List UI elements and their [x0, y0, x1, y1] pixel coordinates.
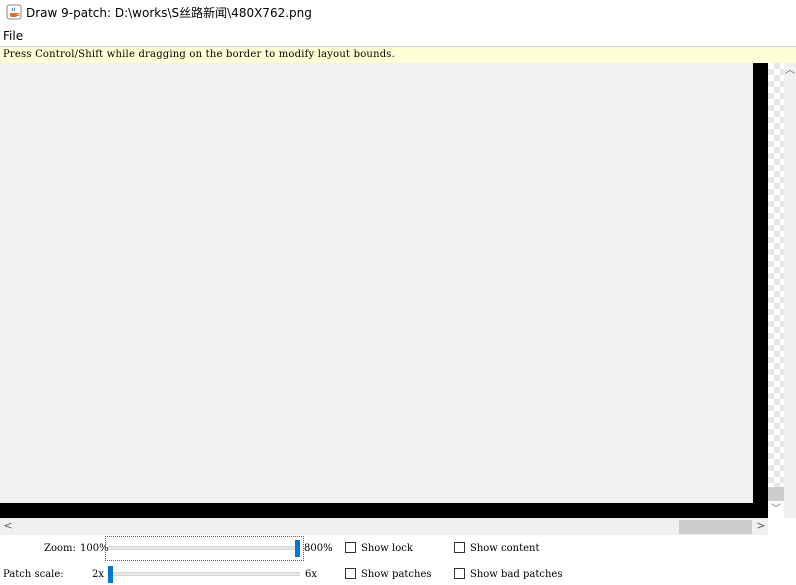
horizontal-scrollbar[interactable]: < >	[0, 518, 768, 535]
show-content-checkbox[interactable]	[454, 542, 465, 553]
patch-scale-slider-thumb[interactable]	[108, 566, 113, 583]
show-bad-patches-checkbox[interactable]	[454, 568, 465, 579]
scroll-right-icon[interactable]: >	[754, 519, 768, 533]
show-content-label[interactable]: Show content	[470, 543, 540, 554]
hint-bar: Press Control/Shift while dragging on th…	[0, 47, 796, 63]
vertical-scroll-track[interactable]	[784, 63, 796, 518]
show-patches-label[interactable]: Show patches	[361, 569, 432, 580]
show-patches-checkbox[interactable]	[345, 568, 356, 579]
zoom-slider-thumb[interactable]	[295, 540, 300, 557]
zoom-max-label: 800%	[304, 543, 333, 554]
image-canvas[interactable]	[0, 63, 753, 503]
patch-scale-slider-track[interactable]	[108, 572, 300, 576]
nine-patch-bottom-border[interactable]	[0, 503, 768, 518]
menu-bar: File	[0, 28, 796, 47]
zoom-slider-track[interactable]	[108, 546, 300, 550]
window-title: Draw 9-patch: D:\works\S丝路新闻\480X762.png	[26, 6, 312, 20]
patch-scale-slider[interactable]	[108, 566, 300, 583]
show-lock-checkbox[interactable]	[345, 542, 356, 553]
vertical-scrollbar[interactable]: ︿ ﹀	[768, 63, 796, 518]
show-bad-patches-label[interactable]: Show bad patches	[470, 569, 562, 580]
vertical-scroll-thumb[interactable]	[768, 487, 784, 501]
title-bar: Draw 9-patch: D:\works\S丝路新闻\480X762.png	[0, 0, 796, 26]
menu-file[interactable]: File	[2, 29, 24, 43]
controls-panel: Zoom: 100% 800% Show lock Show content P…	[0, 535, 796, 585]
hint-text: Press Control/Shift while dragging on th…	[3, 49, 396, 60]
patch-scale-min-label: 2x	[92, 569, 105, 580]
scroll-up-icon[interactable]: ︿	[784, 65, 796, 77]
nine-patch-right-border[interactable]	[753, 63, 768, 503]
scroll-left-icon[interactable]: <	[2, 519, 14, 533]
patch-scale-label: Patch scale:	[3, 569, 64, 580]
patch-scale-max-label: 6x	[305, 569, 318, 580]
scroll-down-icon[interactable]: ﹀	[768, 504, 784, 516]
zoom-label: Zoom:	[44, 543, 76, 554]
java-coffee-cup-icon	[6, 4, 22, 20]
horizontal-scroll-thumb[interactable]	[679, 520, 752, 534]
zoom-slider[interactable]	[108, 540, 300, 557]
show-lock-label[interactable]: Show lock	[361, 543, 413, 554]
